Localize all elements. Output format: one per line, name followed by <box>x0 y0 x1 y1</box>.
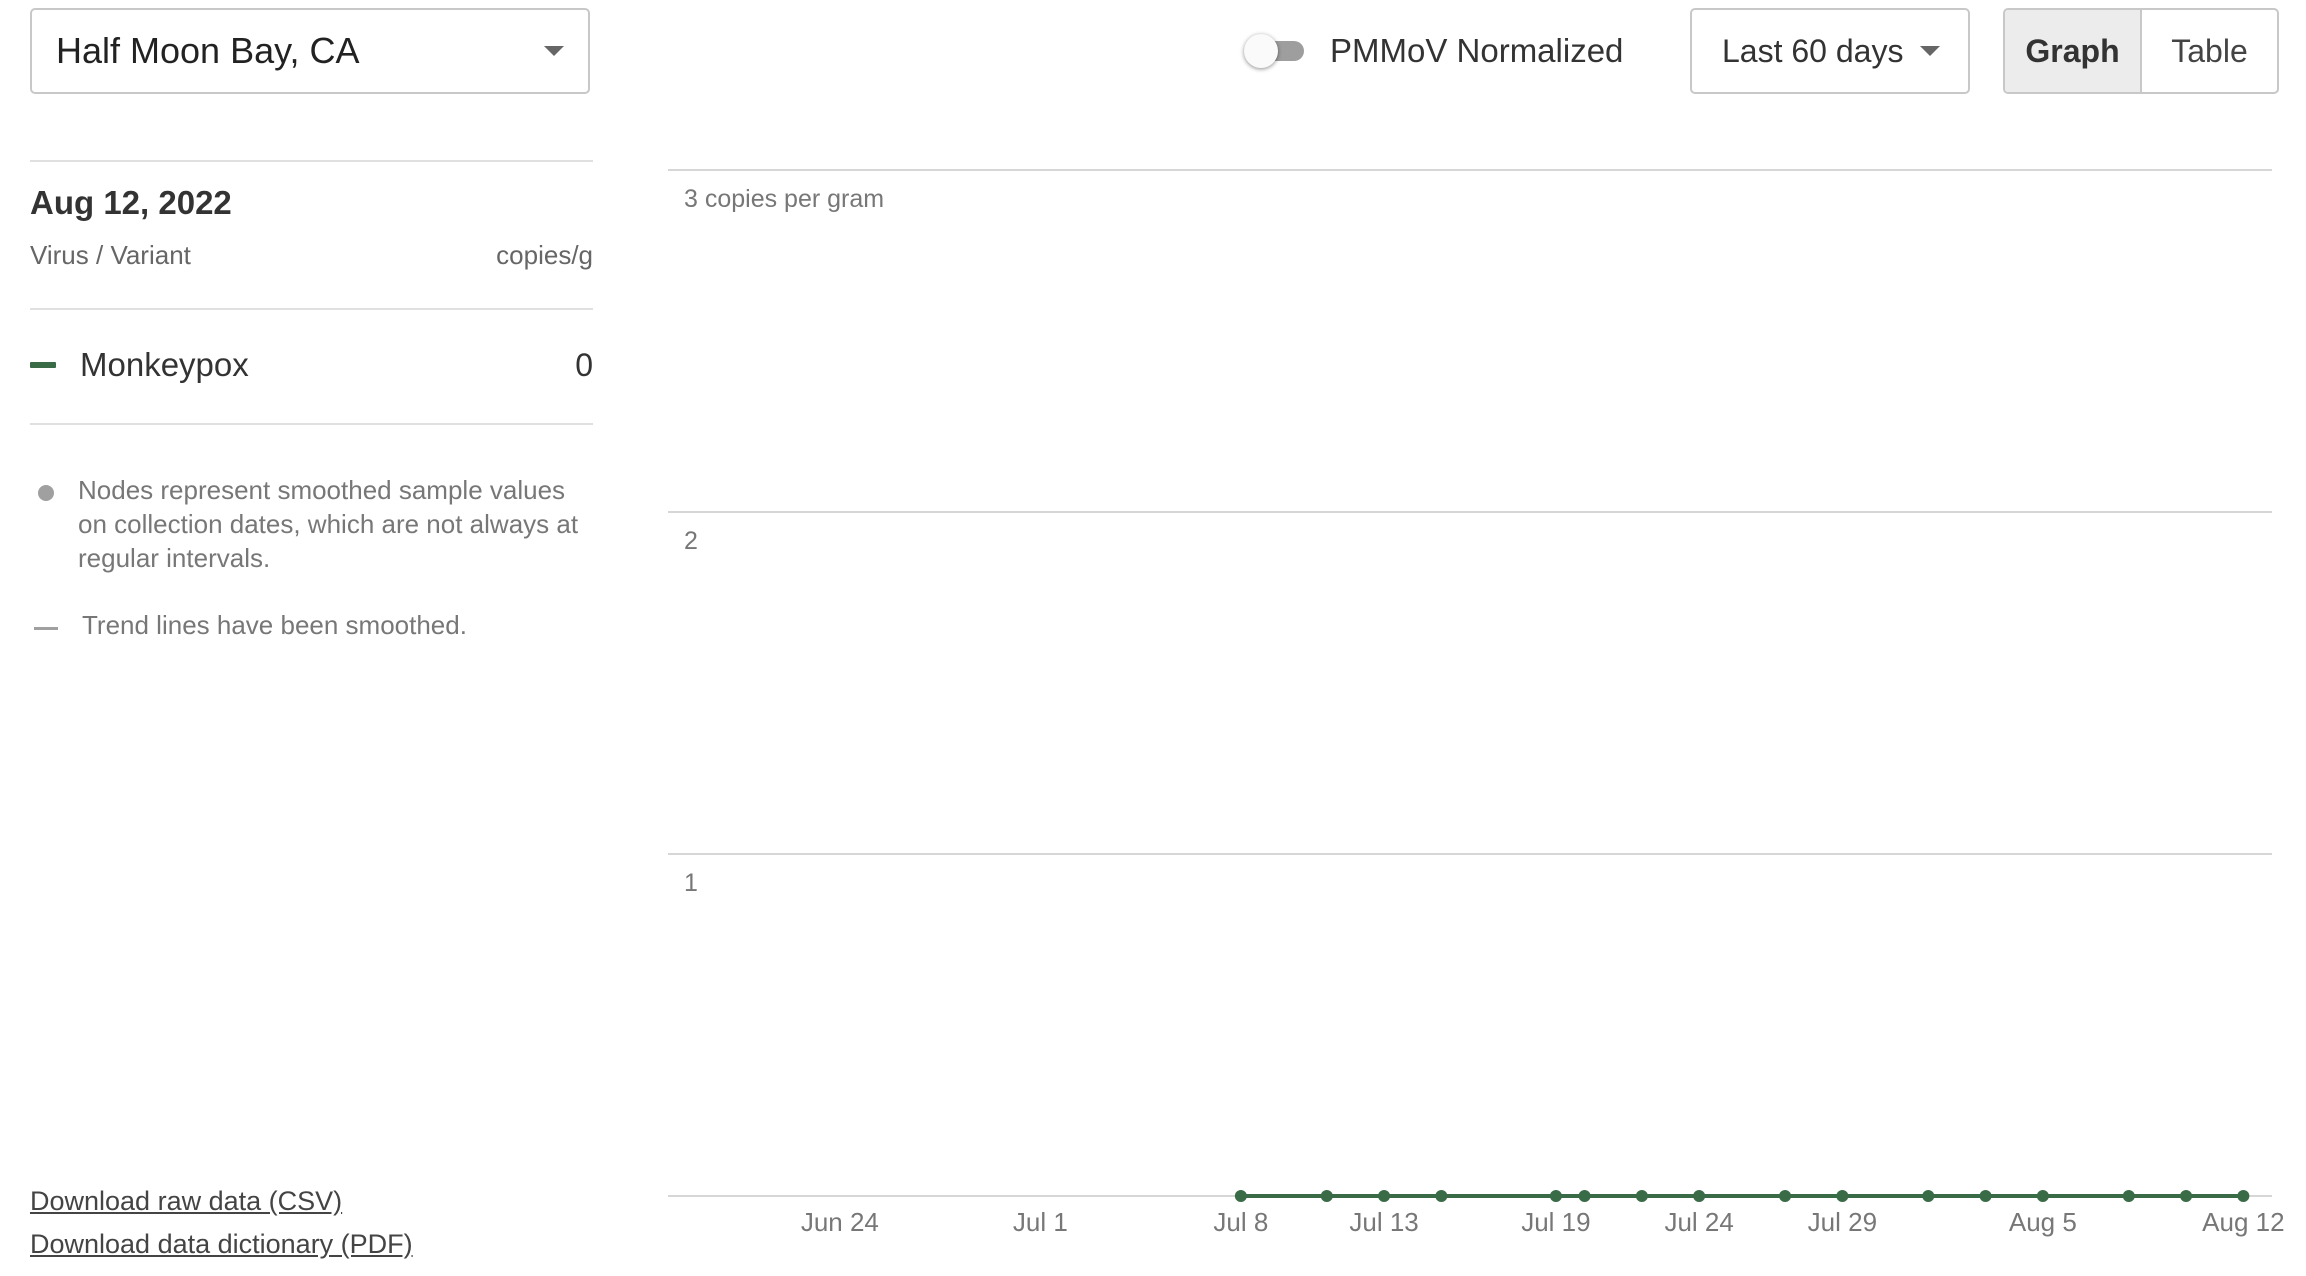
data-point <box>1779 1190 1792 1202</box>
data-point <box>1578 1190 1591 1202</box>
x-tick-label: Aug 12 <box>2202 1207 2284 1237</box>
data-point <box>1435 1190 1448 1202</box>
data-point <box>2036 1190 2049 1202</box>
data-point <box>1635 1190 1648 1202</box>
data-point <box>2237 1190 2250 1202</box>
x-tick-label: Jul 19 <box>1521 1207 1590 1237</box>
x-tick-label: Jul 24 <box>1664 1207 1733 1237</box>
x-tick-label: Jul 1 <box>1013 1207 1068 1237</box>
data-point <box>1836 1190 1849 1202</box>
data-point <box>1979 1190 1992 1202</box>
data-point <box>1549 1190 1562 1202</box>
x-tick-label: Aug 5 <box>2009 1207 2077 1237</box>
y-tick-label: 1 <box>684 869 698 897</box>
wastewater-chart: 3 copies per gram 2 1 Jun 24 Jul 1 Jul 8 Jul 1… <box>668 169 2285 1237</box>
x-tick-label: Jul 8 <box>1213 1207 1268 1237</box>
data-point <box>2180 1190 2193 1202</box>
x-tick-label: Jul 29 <box>1808 1207 1877 1237</box>
data-point <box>1234 1190 1247 1202</box>
data-point <box>1922 1190 1935 1202</box>
x-tick-label: Jun 24 <box>801 1207 879 1237</box>
data-point <box>1693 1190 1706 1202</box>
y-tick-label: 3 copies per gram <box>684 185 884 213</box>
x-tick-label: Jul 13 <box>1349 1207 1418 1237</box>
y-tick-label: 2 <box>684 527 698 555</box>
data-point <box>1320 1190 1333 1202</box>
data-point <box>2122 1190 2135 1202</box>
data-point <box>1378 1190 1391 1202</box>
